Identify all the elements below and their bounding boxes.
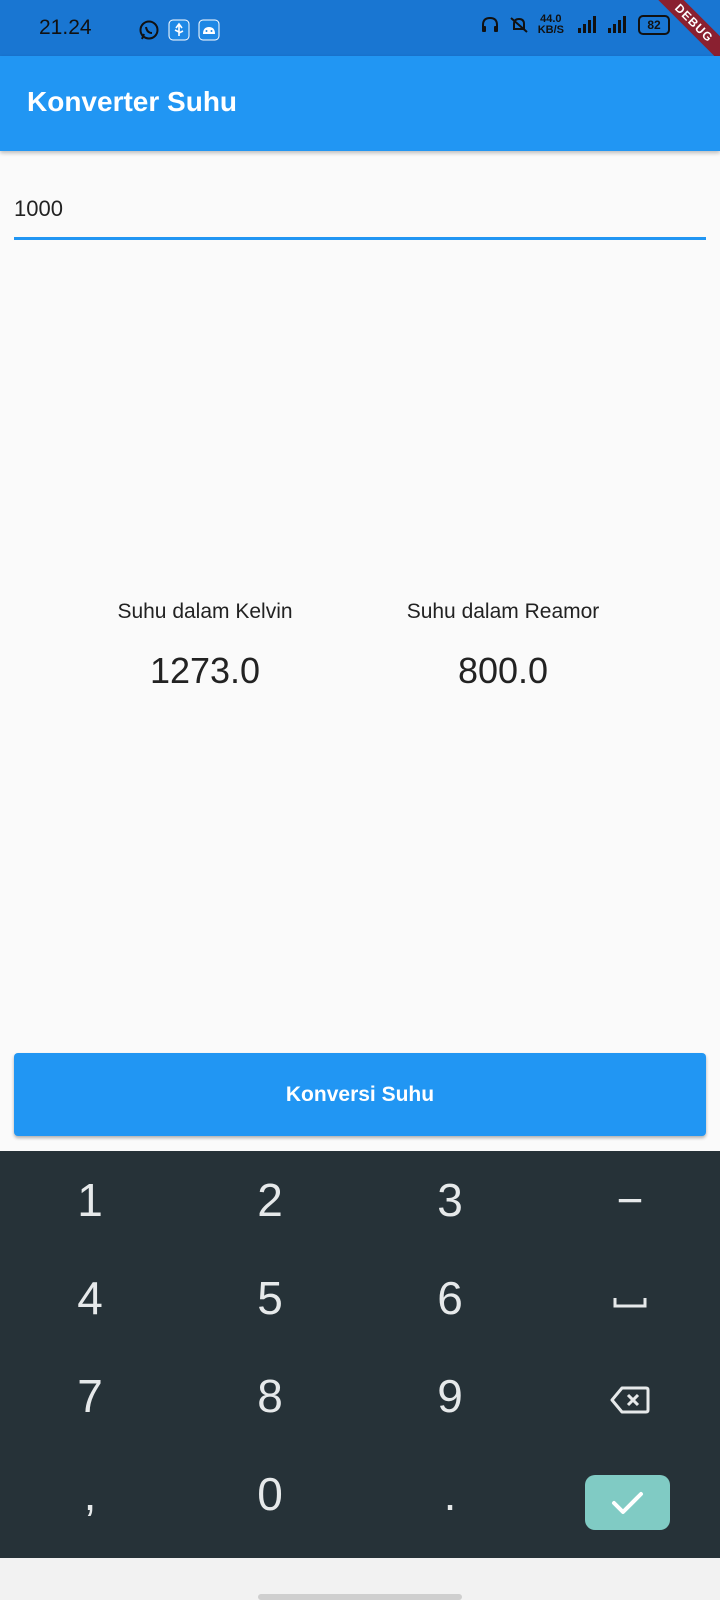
enter-key[interactable] — [585, 1475, 670, 1530]
key-backspace[interactable] — [540, 1347, 720, 1445]
android-icon — [198, 19, 220, 41]
signal-4g-icon — [578, 16, 596, 33]
key-6[interactable]: 6 — [360, 1249, 540, 1347]
network-speed: 44.0 KB/S — [538, 14, 564, 36]
key-0[interactable]: 0 — [180, 1445, 360, 1543]
convert-button[interactable]: Konversi Suhu — [14, 1053, 706, 1136]
temperature-input[interactable] — [14, 180, 706, 240]
headset-icon — [481, 16, 498, 32]
notification-icons — [138, 19, 220, 41]
key-9[interactable]: 9 — [360, 1347, 540, 1445]
key-comma[interactable]: , — [0, 1445, 180, 1543]
page-title: Konverter Suhu — [27, 86, 238, 117]
key-4[interactable]: 4 — [0, 1249, 180, 1347]
navigation-bar — [0, 1558, 720, 1600]
kelvin-label: Suhu dalam Kelvin — [117, 600, 293, 623]
whatsapp-icon — [139, 20, 159, 40]
mute-bell-icon — [510, 17, 528, 33]
key-8[interactable]: 8 — [180, 1347, 360, 1445]
key-minus[interactable]: − — [540, 1151, 720, 1249]
battery-icon: 82 — [638, 15, 670, 35]
backspace-icon — [610, 1386, 650, 1414]
reamur-value: 800.0 — [457, 650, 549, 691]
network-speed-unit: KB/S — [537, 24, 564, 36]
key-1[interactable]: 1 — [0, 1151, 180, 1249]
key-5[interactable]: 5 — [180, 1249, 360, 1347]
key-7[interactable]: 7 — [0, 1347, 180, 1445]
key-space[interactable] — [540, 1249, 720, 1347]
kelvin-result: Suhu dalam Kelvin 1273.0 — [75, 600, 335, 692]
key-3[interactable]: 3 — [360, 1151, 540, 1249]
system-icons: 44.0 KB/S 82 — [480, 14, 670, 36]
signal-icon — [608, 16, 626, 33]
check-icon — [612, 1492, 643, 1514]
status-bar: 21.24 44.0 KB/S 82 DEBUG — [0, 0, 720, 72]
reamur-label: Suhu dalam Reamor — [406, 600, 600, 623]
key-period[interactable]: . — [360, 1445, 540, 1543]
numeric-keyboard: 1 2 3 − 4 5 6 7 8 9 , 0 . — [0, 1151, 720, 1558]
key-2[interactable]: 2 — [180, 1151, 360, 1249]
status-time: 21.24 — [39, 16, 92, 39]
home-gesture-handle[interactable] — [258, 1594, 462, 1600]
space-icon — [613, 1297, 647, 1308]
screen: 21.24 44.0 KB/S 82 DEBUG Konverter Suhu … — [0, 0, 720, 1600]
usb-icon — [168, 19, 190, 41]
battery-level: 82 — [647, 18, 661, 32]
kelvin-value: 1273.0 — [149, 650, 261, 691]
app-bar: Konverter Suhu — [0, 56, 720, 151]
reamur-result: Suhu dalam Reamor 800.0 — [373, 600, 633, 692]
